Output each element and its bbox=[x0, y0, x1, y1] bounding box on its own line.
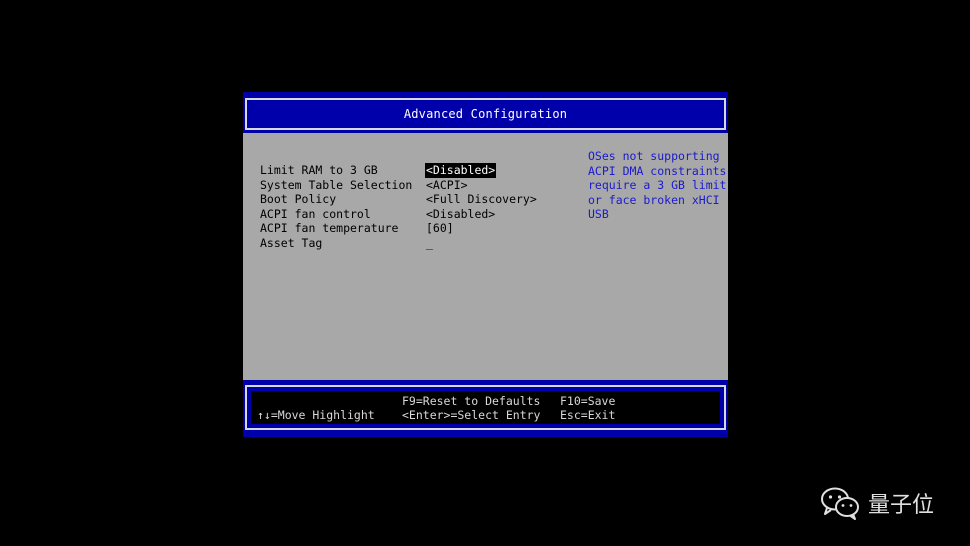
setting-value[interactable]: [60] bbox=[425, 221, 455, 236]
setting-row-boot-policy[interactable]: Boot Policy <Full Discovery> bbox=[260, 192, 580, 207]
setting-value[interactable]: <ACPI> bbox=[425, 178, 469, 193]
setting-value[interactable]: <Full Discovery> bbox=[425, 192, 538, 207]
setting-row-fan-control[interactable]: ACPI fan control <Disabled> bbox=[260, 207, 580, 222]
bios-setup-window: Advanced Configuration Limit RAM to 3 GB… bbox=[243, 92, 728, 437]
setting-label: System Table Selection bbox=[260, 177, 413, 192]
key-help-footer: ↑↓=Move Highlight F9=Reset to Defaults <… bbox=[245, 385, 726, 430]
setting-label: ACPI fan temperature bbox=[260, 221, 399, 235]
footer-move-highlight: ↑↓=Move Highlight bbox=[257, 408, 375, 422]
footer-reset-defaults: F9=Reset to Defaults bbox=[402, 394, 541, 408]
setting-row-fan-temperature[interactable]: ACPI fan temperature [60] bbox=[260, 221, 580, 236]
settings-panel: Limit RAM to 3 GB <Disabled> System Tabl… bbox=[243, 133, 728, 380]
watermark: 量子位 bbox=[820, 485, 934, 521]
setting-row-system-table[interactable]: System Table Selection <ACPI> bbox=[260, 178, 580, 193]
setting-value[interactable]: <Disabled> bbox=[425, 207, 496, 222]
help-line: or face broken xHCI bbox=[588, 192, 720, 207]
window-title: Advanced Configuration bbox=[403, 107, 568, 121]
footer-exit: Esc=Exit bbox=[560, 408, 616, 422]
footer-select-entry: <Enter>=Select Entry bbox=[402, 408, 541, 422]
footer-panel: ↑↓=Move Highlight F9=Reset to Defaults <… bbox=[251, 391, 720, 424]
setting-row-limit-ram[interactable]: Limit RAM to 3 GB <Disabled> bbox=[260, 163, 580, 178]
help-text: OSes not supporting ACPI DMA constraints… bbox=[588, 149, 727, 222]
setting-label: Boot Policy bbox=[260, 192, 337, 206]
watermark-text: 量子位 bbox=[868, 493, 935, 518]
help-line: OSes not supporting bbox=[588, 149, 720, 163]
help-line: ACPI DMA constraints bbox=[588, 163, 727, 178]
help-line: require a 3 GB limit bbox=[588, 178, 727, 192]
title-bar: Advanced Configuration bbox=[245, 98, 726, 130]
setting-value[interactable]: _ bbox=[425, 236, 434, 251]
setting-value-selected[interactable]: <Disabled> bbox=[425, 163, 497, 178]
setting-label: Limit RAM to 3 GB bbox=[260, 163, 378, 177]
setting-label: Asset Tag bbox=[260, 235, 323, 250]
setting-label: ACPI fan control bbox=[260, 206, 371, 221]
wechat-icon bbox=[821, 487, 859, 520]
footer-save: F10=Save bbox=[560, 394, 616, 408]
help-line: USB bbox=[588, 207, 609, 221]
setting-row-asset-tag[interactable]: Asset Tag _ bbox=[260, 236, 580, 251]
